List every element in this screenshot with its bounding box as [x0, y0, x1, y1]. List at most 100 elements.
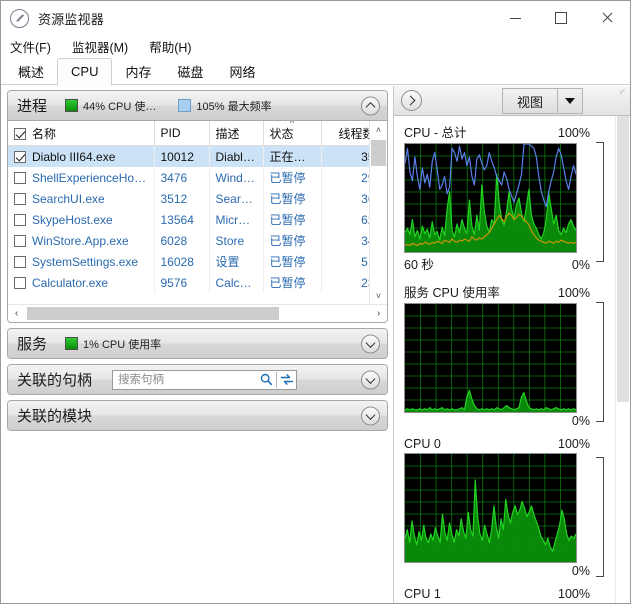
tab-strip: 概述 CPU 内存 磁盘 网络	[1, 57, 630, 85]
table-row[interactable]: SkypeHost.exe 13564 Micr… 已暂停 62	[8, 209, 369, 230]
vertical-scroll-thumb[interactable]	[371, 140, 386, 166]
legend-swatch-green-icon	[65, 99, 78, 112]
row-checkbox[interactable]	[14, 214, 26, 226]
col-header-pid[interactable]: PID	[154, 121, 209, 146]
chevron-down-icon	[366, 410, 376, 420]
refresh-arrows-icon[interactable]	[277, 371, 296, 389]
magnifier-icon[interactable]	[258, 371, 277, 389]
close-button[interactable]	[584, 1, 630, 35]
tab-overview[interactable]: 概述	[5, 60, 57, 85]
cell-name: ShellExperienceHos…	[8, 167, 154, 188]
resource-monitor-icon	[10, 9, 29, 28]
graph-service-cpu-title: 服务 CPU 使用率	[404, 282, 500, 301]
handles-search-box[interactable]	[112, 370, 297, 390]
cell-description: Searc…	[209, 188, 263, 209]
minimize-button[interactable]	[492, 1, 538, 35]
tab-cpu[interactable]: CPU	[57, 58, 112, 86]
tab-memory[interactable]: 内存	[112, 60, 164, 85]
row-checkbox[interactable]	[14, 235, 26, 247]
resource-monitor-window: 资源监视器 文件(F) 监视器(M) 帮助(H) 概述 CPU 内存 磁盘 网络…	[0, 0, 631, 604]
table-row[interactable]: Diablo III64.exe 10012 Diabl… 正在… 35	[8, 146, 369, 168]
horizontal-scroll-track[interactable]	[25, 305, 370, 322]
row-name-label: WinStore.App.exe	[32, 234, 129, 248]
row-checkbox[interactable]	[14, 256, 26, 268]
processes-legend-freq: 105% 最大频率	[178, 98, 271, 114]
graph-cpu-total-title: CPU - 总计	[404, 122, 467, 141]
graph-cpu-total-xlabel: 60 秒	[404, 254, 434, 273]
processes-vertical-scrollbar[interactable]: ˄ ˅	[369, 121, 387, 304]
chevron-down-icon	[366, 374, 376, 384]
title-bar: 资源监视器	[1, 1, 630, 35]
modules-expand-button[interactable]	[361, 406, 380, 425]
table-row[interactable]: SearchUI.exe 3512 Searc… 已暂停 36	[8, 188, 369, 209]
right-pane-scrollbar[interactable]	[615, 116, 630, 603]
right-pane-scroll-thumb[interactable]	[617, 116, 629, 402]
expand-panel-button[interactable]	[401, 90, 422, 111]
view-button[interactable]: 视图	[502, 88, 583, 114]
processes-header[interactable]: 进程 44% CPU 使… 105% 最大频率	[8, 91, 387, 121]
menu-help[interactable]: 帮助(H)	[149, 37, 191, 56]
processes-horizontal-scrollbar[interactable]: ‹ ›	[8, 304, 387, 322]
cell-description: Calcu…	[209, 272, 263, 293]
tab-network[interactable]: 网络	[217, 60, 269, 85]
maximize-button[interactable]	[538, 1, 584, 35]
vertical-scroll-track[interactable]	[370, 138, 387, 287]
handles-header[interactable]: 关联的句柄	[8, 365, 387, 394]
scroll-right-button[interactable]: ›	[370, 305, 387, 322]
graph-service-cpu-caption: 服务 CPU 使用率 100%	[404, 282, 616, 301]
col-header-pid-label: PID	[161, 126, 181, 140]
cell-pid: 13564	[154, 209, 209, 230]
graph-service-cpu-footer: 0%	[404, 414, 616, 428]
table-row[interactable]: SystemSettings.exe 16028 设置 已暂停 51	[8, 251, 369, 272]
graph-cpu-1-ymax: 100%	[558, 587, 590, 601]
cell-status: 已暂停	[263, 272, 321, 293]
row-checkbox[interactable]	[14, 193, 26, 205]
row-checkbox[interactable]	[14, 277, 26, 289]
content-area: 进程 44% CPU 使… 105% 最大频率	[1, 86, 630, 603]
view-dropdown-button[interactable]	[558, 98, 582, 104]
table-row[interactable]: Calculator.exe 9576 Calcu… 已暂停 23	[8, 272, 369, 293]
col-header-description[interactable]: 描述	[209, 121, 263, 146]
cell-description: 设置	[209, 251, 263, 272]
processes-collapse-button[interactable]	[361, 96, 380, 115]
services-expand-button[interactable]	[361, 334, 380, 353]
col-header-status[interactable]: ^状态	[263, 121, 321, 146]
graph-cpu-0-caption: CPU 0 100%	[404, 437, 616, 451]
processes-table-scroll: 名称 PID 描述 ^状态 线程数	[8, 121, 369, 304]
left-pane: 进程 44% CPU 使… 105% 最大频率	[1, 86, 393, 603]
cell-threads: 29	[321, 167, 369, 188]
row-checkbox[interactable]	[14, 151, 26, 163]
graph-cpu-0-footer: 0%	[404, 564, 616, 578]
menu-file[interactable]: 文件(F)	[10, 37, 51, 56]
close-icon	[601, 12, 613, 24]
select-all-checkbox[interactable]	[14, 128, 26, 140]
resize-grip-icon[interactable]: ◜	[616, 87, 629, 100]
services-header[interactable]: 服务 1% CPU 使用率	[8, 329, 387, 358]
processes-group: 进程 44% CPU 使… 105% 最大频率	[7, 90, 388, 323]
scroll-left-button[interactable]: ‹	[8, 305, 25, 322]
scroll-up-button[interactable]: ˄	[370, 121, 387, 138]
col-header-name[interactable]: 名称	[8, 121, 154, 146]
col-header-threads[interactable]: 线程数	[321, 121, 369, 146]
menu-monitor[interactable]: 监视器(M)	[72, 37, 128, 56]
services-group: 服务 1% CPU 使用率	[7, 328, 388, 359]
cell-pid: 10012	[154, 146, 209, 168]
search-input[interactable]	[113, 370, 258, 390]
handles-expand-button[interactable]	[361, 370, 380, 389]
processes-legend-cpu-text: 44% CPU 使…	[83, 98, 156, 114]
horizontal-scroll-thumb[interactable]	[27, 307, 279, 320]
cell-name: SkypeHost.exe	[8, 209, 154, 230]
graph-cpu-0-ymax: 100%	[558, 437, 590, 451]
table-row[interactable]: WinStore.App.exe 6028 Store 已暂停 34	[8, 230, 369, 251]
col-header-name-label: 名称	[32, 127, 56, 141]
modules-group: 关联的模块	[7, 400, 388, 431]
cell-name: SystemSettings.exe	[8, 251, 154, 272]
modules-header[interactable]: 关联的模块	[8, 401, 387, 430]
row-checkbox[interactable]	[14, 172, 26, 184]
graph-cpu-total-ymin: 0%	[572, 258, 590, 272]
scroll-down-button[interactable]: ˅	[370, 287, 387, 304]
tab-disk[interactable]: 磁盘	[164, 60, 216, 85]
table-row[interactable]: ShellExperienceHos… 3476 Wind… 已暂停 29	[8, 167, 369, 188]
row-name-label: Diablo III64.exe	[32, 150, 115, 164]
cell-threads: 51	[321, 251, 369, 272]
